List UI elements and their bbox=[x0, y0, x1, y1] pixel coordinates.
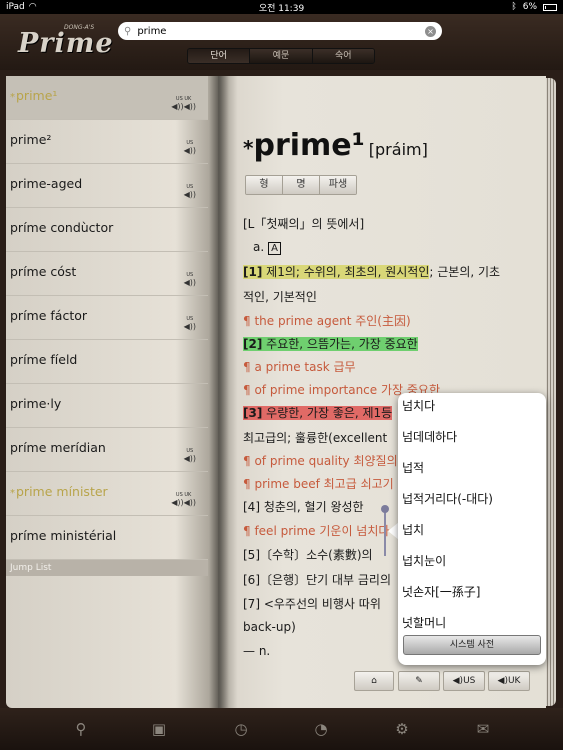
carrier-label: iPad bbox=[6, 2, 25, 12]
important-star-icon: * bbox=[10, 488, 15, 499]
timer-icon[interactable]: ◔ bbox=[310, 718, 332, 740]
popup-item[interactable]: 넙적 bbox=[402, 459, 424, 476]
search-field[interactable]: ⚲ × bbox=[118, 22, 442, 40]
sense-1: [1] 제1의; 수위의, 최초의, 원시적인; 근본의, 기초 bbox=[243, 265, 501, 279]
example-2: ¶ a prime task 급무 bbox=[243, 360, 356, 374]
wifi-icon: ◠ bbox=[28, 2, 37, 12]
app-logo: DONG-A'S Prime bbox=[14, 24, 113, 60]
sense-5: [5]〔수학〕소수(素數)의 bbox=[243, 548, 373, 562]
example-1: ¶ the prime agent 주인(主因) bbox=[243, 314, 411, 328]
sense-3: [3] 우량한, 가장 좋은, 제1등 bbox=[243, 406, 393, 420]
etymology: [L「첫째의」의 뜻에서] bbox=[243, 217, 365, 231]
sense-4: [4] 청춘의, 혈기 왕성한 bbox=[243, 500, 364, 514]
list-item[interactable]: prime-aged US ◀)) bbox=[6, 164, 208, 208]
word-list: *prime¹ US UK ◀))◀)) prime² US ◀)) prime-age… bbox=[6, 76, 208, 560]
audio-icon[interactable]: US ◀)) bbox=[184, 316, 196, 331]
important-star-icon: * bbox=[10, 92, 15, 103]
list-item[interactable]: príme condùctor bbox=[6, 208, 208, 252]
battery-icon bbox=[543, 3, 557, 11]
audio-uk-button[interactable]: ◀)UK bbox=[488, 671, 530, 691]
popup-item[interactable]: 넘치다 bbox=[402, 397, 435, 414]
bottom-tab-bar: ⚲ ▣ ◷ ◔ ⚙ ✉ bbox=[0, 708, 563, 750]
entry-headword: * prime¹ [práim] bbox=[243, 128, 533, 163]
example-4: ¶ of prime quality 최양질의 bbox=[243, 454, 398, 468]
clear-search-icon[interactable]: × bbox=[425, 25, 436, 37]
popup-item[interactable]: 넛할머니 bbox=[402, 614, 446, 631]
tab-derivative[interactable]: 파생 bbox=[320, 176, 356, 194]
search-mode-segment: 단어 예문 숙어 bbox=[187, 48, 375, 64]
popup-item[interactable]: 넙치눈이 bbox=[402, 552, 446, 569]
audio-icon[interactable]: US ◀)) bbox=[184, 140, 196, 155]
audio-icon[interactable]: US ◀)) bbox=[184, 272, 196, 287]
popup-item[interactable]: 넘데데하다 bbox=[402, 428, 457, 445]
list-item[interactable]: príme ministérial bbox=[6, 516, 208, 560]
segment-idiom[interactable]: 숙어 bbox=[312, 49, 374, 63]
mail-icon[interactable]: ✉ bbox=[472, 718, 494, 740]
popup-item[interactable]: 넙적거리다(-대다) bbox=[402, 490, 493, 507]
popup-item[interactable]: 넛손자[一孫子] bbox=[402, 583, 480, 600]
headword-text: prime¹ bbox=[253, 128, 365, 163]
list-item[interactable]: prime·ly bbox=[6, 384, 208, 428]
home-icon[interactable]: ⌂ bbox=[354, 671, 394, 691]
suggestion-popup: 넘치다 넘데데하다 넙적 넙적거리다(-대다) 넙치 넙치눈이 넛손자[一孫子]… bbox=[398, 393, 546, 665]
list-item[interactable]: príme cóst US ◀)) bbox=[6, 252, 208, 296]
example-6: ¶ feel prime 기운이 넘치다 bbox=[243, 524, 390, 538]
audio-icon[interactable]: US ◀)) bbox=[184, 448, 196, 463]
audio-icon[interactable]: US ◀)) bbox=[184, 184, 196, 199]
list-item[interactable]: *prime¹ US UK ◀))◀)) bbox=[6, 76, 208, 120]
sense-7-cont: back-up) bbox=[243, 620, 296, 634]
audio-icon[interactable]: US UK ◀))◀)) bbox=[171, 492, 196, 507]
bluetooth-icon: ᛒ bbox=[511, 2, 517, 12]
audio-us-button[interactable]: ◀)US bbox=[443, 671, 485, 691]
list-item[interactable]: príme fíeld bbox=[6, 340, 208, 384]
logo-brand: Prime bbox=[18, 28, 114, 59]
tab-adjective[interactable]: 형 bbox=[246, 176, 283, 194]
pos-box: A bbox=[268, 242, 281, 255]
important-star-icon: * bbox=[243, 136, 254, 160]
clock: 오전 11:39 bbox=[258, 3, 305, 14]
segment-word[interactable]: 단어 bbox=[188, 49, 251, 63]
search-input[interactable] bbox=[137, 25, 425, 37]
search-icon[interactable]: ⚲ bbox=[70, 718, 92, 740]
settings-icon[interactable]: ⚙ bbox=[391, 718, 413, 740]
segment-example[interactable]: 예문 bbox=[250, 49, 313, 63]
dictionary-icon[interactable]: ▣ bbox=[148, 718, 170, 740]
tab-noun[interactable]: 명 bbox=[283, 176, 320, 194]
example-5: ¶ prime beef 최고급 쇠고기 bbox=[243, 477, 394, 491]
sense-1-cont: 적인, 기본적인 bbox=[243, 290, 317, 304]
book-spine bbox=[209, 76, 229, 708]
sense-2: [2] 주요한, 으뜸가는, 가장 중요한 bbox=[243, 337, 418, 351]
noun-marker: — n. bbox=[243, 644, 271, 658]
part-of-speech: a. A bbox=[253, 240, 281, 255]
pronunciation: [práim] bbox=[368, 140, 428, 159]
text-cursor[interactable] bbox=[384, 510, 386, 556]
system-dictionary-button[interactable]: 시스템 사전 bbox=[403, 635, 541, 655]
note-button[interactable]: ✎ bbox=[398, 671, 440, 691]
audio-icon[interactable]: US UK ◀))◀)) bbox=[171, 96, 196, 111]
battery-percent: 6% bbox=[522, 2, 537, 12]
status-bar: iPad ◠ 오전 11:39 ᛒ 6% bbox=[0, 0, 563, 14]
sense-7: [7] <우주선의 비행사 따위 bbox=[243, 597, 381, 611]
search-icon: ⚲ bbox=[124, 25, 132, 37]
app-header: DONG-A'S Prime ⚲ × 단어 예문 숙어 bbox=[0, 14, 563, 70]
popup-item[interactable]: 넙치 bbox=[402, 521, 424, 538]
sense-6: [6]〔은행〕단기 대부 금리의 bbox=[243, 573, 391, 587]
history-icon[interactable]: ◷ bbox=[230, 718, 252, 740]
sense-3-cont: 최고급의; 훌륭한(excellent bbox=[243, 431, 388, 445]
list-item[interactable]: prime² US ◀)) bbox=[6, 120, 208, 164]
list-item[interactable]: príme fáctor US ◀)) bbox=[6, 296, 208, 340]
list-item[interactable]: príme merídian US ◀)) bbox=[6, 428, 208, 472]
jump-list-header[interactable]: Jump List bbox=[6, 560, 208, 576]
entry-tabs: 형 명 파생 bbox=[245, 175, 357, 195]
selection-handle[interactable] bbox=[381, 505, 389, 513]
word-list-page: *prime¹ US UK ◀))◀)) prime² US ◀)) prime-age… bbox=[6, 76, 218, 708]
list-item[interactable]: *prime mínister US UK ◀))◀)) bbox=[6, 472, 208, 516]
